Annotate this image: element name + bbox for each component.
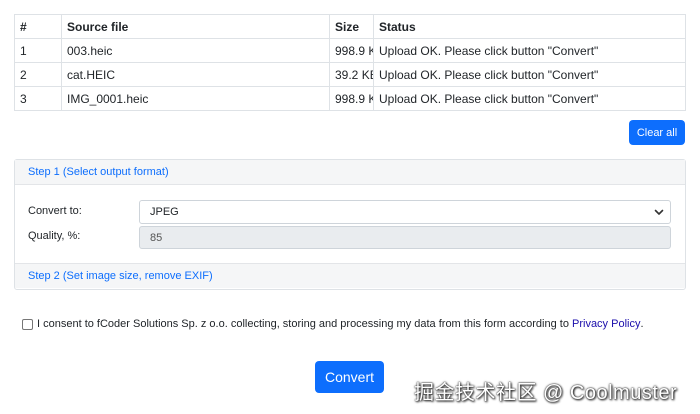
chevron-down-icon [654, 209, 664, 215]
conversion-options-accordion: Step 1 (Select output format) Convert to… [14, 159, 686, 290]
row-file-size: 998.9 KB [329, 86, 374, 111]
consent-suffix: . [640, 318, 644, 330]
row-status: Upload OK. Please click button "Convert" [373, 38, 686, 63]
table-row: 3 IMG_0001.heic 998.9 KB Upload OK. Plea… [14, 86, 686, 111]
row-file-name: IMG_0001.heic [61, 86, 330, 111]
row-file-size: 39.2 KB [329, 62, 374, 87]
consent-checkbox[interactable] [22, 318, 33, 330]
row-file-name: cat.HEIC [61, 62, 330, 87]
convert-to-label: Convert to: [28, 205, 82, 217]
clear-all-button[interactable]: Clear all [629, 120, 685, 145]
files-table: # Source file Size Status 1 003.heic 998… [14, 14, 686, 111]
row-status: Upload OK. Please click button "Convert" [373, 86, 686, 111]
column-header-source-file: Source file [61, 14, 330, 39]
convert-button[interactable]: Convert [315, 361, 384, 393]
watermark: 掘金技术社区 @ Coolmuster [414, 382, 678, 404]
row-number: 3 [14, 86, 62, 111]
quality-label: Quality, %: [28, 230, 81, 242]
step2-header[interactable]: Step 2 (Set image size, remove EXIF) [15, 263, 685, 288]
column-header-status: Status [373, 14, 686, 39]
output-format-value: JPEG [150, 206, 179, 218]
quality-input[interactable]: 85 [139, 226, 671, 249]
table-row: 1 003.heic 998.9 KB Upload OK. Please cl… [14, 38, 686, 63]
column-header-number: # [14, 14, 62, 39]
consent-text: I consent to fCoder Solutions Sp. z o.o.… [37, 318, 569, 330]
row-number: 2 [14, 62, 62, 87]
output-format-select[interactable]: JPEG [139, 200, 671, 224]
privacy-policy-link[interactable]: Privacy Policy [572, 318, 640, 330]
column-header-size: Size [329, 14, 374, 39]
row-file-size: 998.9 KB [329, 38, 374, 63]
row-file-name: 003.heic [61, 38, 330, 63]
row-status: Upload OK. Please click button "Convert" [373, 62, 686, 87]
row-number: 1 [14, 38, 62, 63]
table-header-row: # Source file Size Status [14, 14, 686, 39]
consent-row: I consent to fCoder Solutions Sp. z o.o.… [22, 318, 644, 330]
table-row: 2 cat.HEIC 39.2 KB Upload OK. Please cli… [14, 62, 686, 87]
step1-header[interactable]: Step 1 (Select output format) [15, 160, 685, 185]
